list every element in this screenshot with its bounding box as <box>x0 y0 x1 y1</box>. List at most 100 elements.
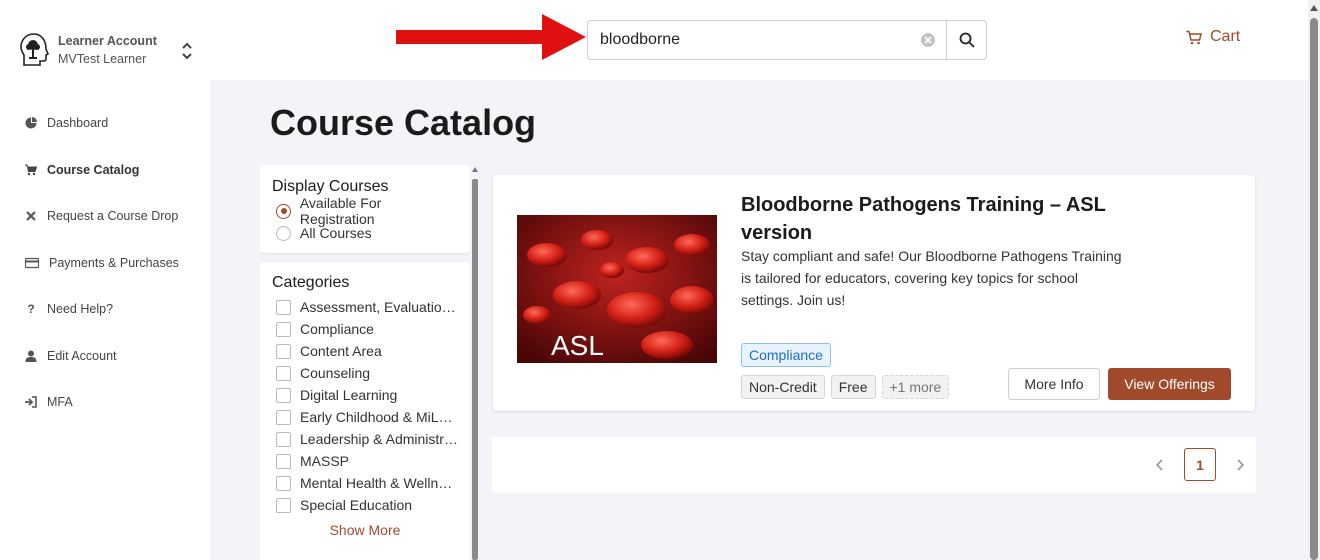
page-title: Course Catalog <box>270 102 537 143</box>
category-label: Assessment, Evaluation & Accountability <box>300 299 458 315</box>
radio-button-checked[interactable] <box>276 203 291 219</box>
sidebar-item-edit-account[interactable]: Edit Account <box>0 333 210 380</box>
category-checkbox[interactable]: Leadership & Administration <box>272 428 458 450</box>
radio-button[interactable] <box>276 225 291 241</box>
category-checkbox[interactable]: Digital Learning <box>272 384 458 406</box>
blood-cells-image: ASL <box>517 215 717 363</box>
display-courses-title: Display Courses <box>272 178 389 195</box>
x-icon <box>25 210 37 222</box>
category-label: Early Childhood & MiLEAP <box>300 409 458 425</box>
course-description: Stay compliant and safe! Our Bloodborne … <box>741 248 1122 308</box>
sidebar-item-dashboard[interactable]: Dashboard <box>0 100 210 147</box>
sign-in-icon <box>25 396 37 409</box>
checkbox[interactable] <box>276 409 291 425</box>
category-label: Counseling <box>300 365 371 381</box>
search-icon <box>959 32 975 48</box>
account-switcher[interactable]: Learner Account MVTest Learner <box>18 30 198 70</box>
category-label: Special Education <box>300 497 413 513</box>
sidebar-item-label: Request a Course Drop <box>47 209 179 224</box>
chevron-left-icon[interactable] <box>1152 457 1168 473</box>
category-label: Mental Health & Wellness <box>300 475 458 491</box>
pagination: 1 <box>492 437 1256 493</box>
radio-available-for-registration[interactable]: Available For Registration <box>272 195 458 227</box>
cart-link[interactable]: Cart <box>1186 28 1240 46</box>
category-checkbox[interactable]: Counseling <box>272 362 458 384</box>
scroll-up-arrow-icon[interactable] <box>1310 5 1318 11</box>
categories-card: Categories Assessment, Evaluation & Acco… <box>260 262 470 560</box>
page-scrollbar[interactable] <box>1308 0 1320 560</box>
category-checkbox[interactable]: Compliance <box>272 318 458 340</box>
category-checkbox[interactable]: Early Childhood & MiLEAP <box>272 406 458 428</box>
filters-scrollbar[interactable] <box>472 165 478 560</box>
category-checkbox[interactable]: Content Area <box>272 340 458 362</box>
sidebar-item-request-drop[interactable]: Request a Course Drop <box>0 193 210 240</box>
chevron-up-down-icon[interactable] <box>180 40 194 62</box>
sidebar-item-label: Dashboard <box>47 116 109 131</box>
account-user: MVTest Learner <box>58 52 147 66</box>
sidebar-item-need-help[interactable]: ? Need Help? <box>0 286 210 333</box>
sidebar-item-label: MFA <box>47 395 73 410</box>
scrollbar-thumb[interactable] <box>472 179 478 560</box>
main-content: Course Catalog Display Courses Available… <box>210 80 1308 560</box>
credit-card-icon <box>25 257 39 269</box>
search-button[interactable] <box>946 21 986 59</box>
scroll-up-arrow-icon[interactable] <box>472 167 478 172</box>
checkbox[interactable] <box>276 321 291 337</box>
sidebar-item-course-catalog[interactable]: Course Catalog <box>0 147 210 194</box>
sidebar: Learner Account MVTest Learner Dashboard… <box>0 0 210 560</box>
checkbox[interactable] <box>276 497 291 513</box>
cart-icon <box>25 164 37 176</box>
search-input[interactable] <box>588 21 920 59</box>
sidebar-item-mfa[interactable]: MFA <box>0 379 210 426</box>
scrollbar-thumb[interactable] <box>1310 18 1318 560</box>
head-tree-logo-icon <box>20 33 50 66</box>
course-title[interactable]: Bloodborne Pathogens Training – ASL vers… <box>741 191 1121 247</box>
more-tags[interactable]: +1 more <box>881 375 950 399</box>
checkbox[interactable] <box>276 387 291 403</box>
category-label: MASSP <box>300 453 350 469</box>
sidebar-item-payments[interactable]: Payments & Purchases <box>0 240 210 287</box>
checkbox[interactable] <box>276 431 291 447</box>
checkbox[interactable] <box>276 475 291 491</box>
checkbox[interactable] <box>276 343 291 359</box>
pie-chart-icon <box>25 117 37 129</box>
course-thumbnail[interactable]: ASL <box>517 215 717 363</box>
categories-title: Categories <box>272 274 350 291</box>
page-number-current[interactable]: 1 <box>1184 448 1216 481</box>
checkbox[interactable] <box>276 365 291 381</box>
red-arrow-annotation-icon <box>396 14 586 60</box>
user-icon <box>25 350 37 362</box>
category-checkbox[interactable]: Assessment, Evaluation & Accountability <box>272 296 458 318</box>
radio-label: Available For Registration <box>299 195 382 227</box>
show-more-link[interactable]: Show More <box>272 522 458 538</box>
checkbox[interactable] <box>276 299 291 315</box>
checkbox[interactable] <box>276 453 291 469</box>
sidebar-item-label: Course Catalog <box>47 162 140 177</box>
sidebar-item-label: Need Help? <box>47 302 114 317</box>
category-tag: Compliance <box>741 343 831 367</box>
more-info-button[interactable]: More Info <box>1008 368 1100 400</box>
category-checkbox[interactable]: Mental Health & Wellness <box>272 472 458 494</box>
chevron-right-icon[interactable] <box>1232 457 1248 473</box>
sidebar-nav: Dashboard Course Catalog Request a Cours… <box>0 100 210 426</box>
question-icon: ? <box>27 302 35 317</box>
tag: Free <box>830 375 876 399</box>
display-courses-card: Display Courses Available For Registrati… <box>260 165 470 253</box>
view-offerings-button[interactable]: View Offerings <box>1108 368 1231 400</box>
category-checkbox[interactable]: Special Education <box>272 494 458 516</box>
category-checkbox[interactable]: MASSP <box>272 450 458 472</box>
radio-label: All Courses <box>300 225 372 241</box>
image-overlay-text: ASL <box>551 330 604 361</box>
clear-search-icon[interactable] <box>920 32 936 48</box>
sidebar-item-label: Edit Account <box>47 348 117 363</box>
tag: Non-Credit <box>741 375 825 399</box>
search-box <box>587 20 987 60</box>
account-name: Learner Account <box>58 34 157 48</box>
course-card: ASL Bloodborne Pathogens Training – ASL … <box>493 175 1255 411</box>
cart-label: Cart <box>1210 28 1241 45</box>
course-tags: Non-Credit Free +1 more <box>741 375 955 399</box>
sidebar-item-label: Payments & Purchases <box>49 255 179 270</box>
category-label: Digital Learning <box>300 387 398 403</box>
cart-icon <box>1186 30 1202 44</box>
category-label: Content Area <box>300 343 382 359</box>
